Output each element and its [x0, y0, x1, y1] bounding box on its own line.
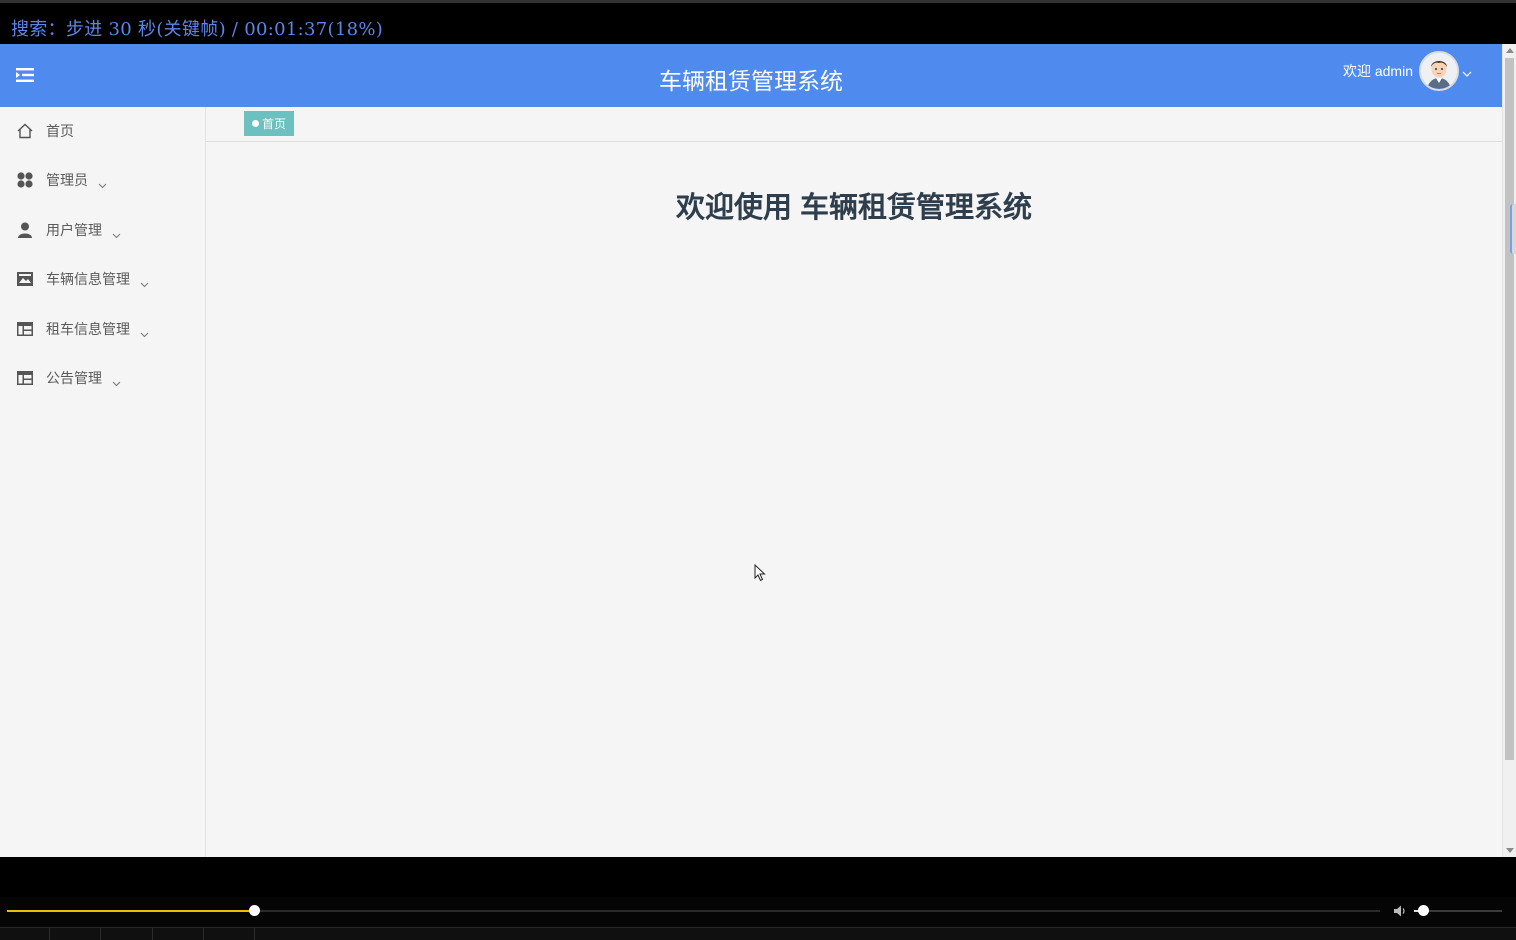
side-panel-handle[interactable]: [1510, 204, 1516, 254]
sidebar-item-users[interactable]: 用户管理: [0, 210, 205, 250]
seek-track[interactable]: [7, 905, 1380, 916]
sidebar-item-label: 用户管理: [46, 222, 102, 238]
player-button[interactable]: [153, 928, 204, 940]
sidebar-item-admin[interactable]: 管理员: [0, 160, 205, 200]
mouse-cursor-icon: [754, 563, 766, 582]
welcome-user-text: 欢迎 admin: [1342, 63, 1413, 79]
avatar[interactable]: [1419, 51, 1459, 91]
scrollbar-thumb[interactable]: [1505, 58, 1514, 760]
vertical-scrollbar[interactable]: [1502, 44, 1516, 857]
table-icon: [16, 369, 34, 387]
tab-strip: 首页: [206, 107, 1502, 142]
chevron-down-icon[interactable]: [1462, 66, 1472, 77]
seek-bar: [0, 897, 1516, 927]
sidebar-item-label: 车辆信息管理: [46, 271, 130, 287]
sidebar-item-announcements[interactable]: 公告管理: [0, 358, 205, 398]
sidebar: 首页 管理员 用户管理 车辆信息管理 租车信息管理 公告管理: [0, 107, 206, 857]
seek-handle[interactable]: [249, 905, 261, 916]
sidebar-item-label: 租车信息管理: [46, 321, 130, 337]
scroll-up-arrow-icon[interactable]: [1506, 48, 1514, 53]
volume-handle[interactable]: [1417, 905, 1429, 916]
player-button[interactable]: [101, 928, 153, 940]
scroll-down-arrow-icon[interactable]: [1506, 848, 1514, 853]
sidebar-item-label: 公告管理: [46, 370, 102, 386]
chevron-down-icon: [112, 227, 121, 239]
volume-icon[interactable]: [1392, 903, 1408, 919]
app-window: 车辆租赁管理系统 欢迎 admin 首页 管理员 用户管理 车辆信息管理 租车信…: [0, 44, 1516, 857]
chevron-down-icon: [140, 276, 149, 288]
seek-progress-fill: [7, 910, 255, 912]
sidebar-item-label: 首页: [46, 123, 74, 139]
sidebar-item-label: 管理员: [46, 172, 88, 188]
sidebar-item-home[interactable]: 首页: [0, 111, 205, 151]
chevron-down-icon: [140, 326, 149, 338]
tab-label: 首页: [262, 117, 287, 131]
user-icon: [16, 221, 34, 239]
table-icon: [16, 320, 34, 338]
player-button-row: [0, 927, 1516, 940]
app-title-text: 车辆租赁管理系统: [659, 68, 843, 94]
volume-track[interactable]: [1414, 905, 1502, 916]
user-menu[interactable]: 欢迎 admin: [1343, 51, 1472, 91]
app-title: 车辆租赁管理系统: [0, 62, 1502, 96]
player-button[interactable]: [204, 928, 255, 940]
welcome-heading: 欢迎使用 车辆租赁管理系统: [675, 192, 1033, 224]
home-icon: [16, 122, 34, 140]
sidebar-item-rentals[interactable]: 租车信息管理: [0, 309, 205, 349]
grid-icon: [16, 171, 34, 189]
chevron-down-icon: [112, 375, 121, 387]
player-controls: [0, 857, 1516, 940]
player-osd-bar: 搜索：步进 30 秒(关键帧) / 00:01:37(18%): [0, 0, 1516, 44]
store-icon: [16, 270, 34, 288]
tab-home[interactable]: 首页: [244, 111, 295, 136]
player-button[interactable]: [50, 928, 101, 940]
player-button[interactable]: [0, 928, 50, 940]
chevron-down-icon: [98, 177, 107, 189]
active-dot-icon: [252, 120, 259, 127]
top-navbar: 车辆租赁管理系统 欢迎 admin: [0, 44, 1502, 107]
osd-seek-message: 搜索：步进 30 秒(关键帧) / 00:01:37(18%): [11, 19, 384, 40]
sidebar-item-vehicles[interactable]: 车辆信息管理: [0, 259, 205, 299]
